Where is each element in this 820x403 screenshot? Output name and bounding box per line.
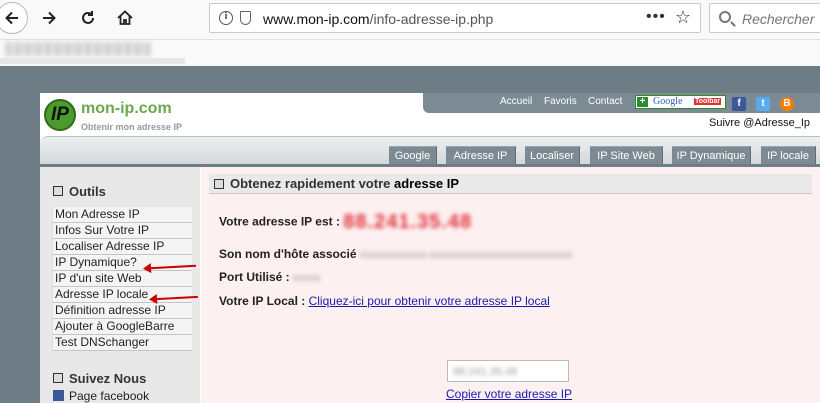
ip-label: Votre adresse IP est : (219, 214, 340, 229)
copy-ip-field[interactable]: 88.241.35.48 (447, 360, 569, 382)
link-favoris[interactable]: Favoris (544, 96, 577, 107)
sidebar-item-definition[interactable]: Définition adresse IP (52, 303, 192, 319)
sidebar-item-localiser[interactable]: Localiser Adresse IP (52, 239, 192, 255)
heading-strong: adresse IP (394, 176, 460, 191)
search-icon (719, 11, 731, 23)
page-viewport: IP mon-ip.com Obtenir mon adresse IP Acc… (0, 66, 820, 403)
info-icon[interactable]: i (219, 11, 233, 25)
copy-ip-value-redacted: 88.241.35.48 (453, 365, 518, 378)
facebook-page-label: Page facebook (69, 389, 150, 403)
local-ip-row: Votre IP Local : Cliquez-ici pour obteni… (219, 294, 550, 308)
plus-icon: + (637, 97, 648, 107)
facebook-page-link[interactable]: Page facebook (53, 389, 149, 403)
logo-tagline: Obtenir mon adresse IP (81, 122, 183, 132)
sidebar-item-ip-dynamique[interactable]: IP Dynamique? (52, 255, 192, 271)
bookmark-item-blurred[interactable] (5, 42, 151, 56)
port-row: Port Utilisé : xxxxx (219, 270, 321, 284)
outils-list: Mon Adresse IP Infos Sur Votre IP Locali… (52, 207, 192, 351)
tab-adresse-ip[interactable]: Adresse IP (446, 146, 516, 165)
bookmark-star-icon[interactable]: ☆ (675, 7, 691, 28)
tabs-bar: Google Adresse IP Localiser IP Site Web … (40, 136, 820, 167)
search-bar[interactable]: Rechercher (709, 3, 820, 33)
sidebar-item-ip-locale[interactable]: Adresse IP locale (52, 287, 192, 303)
forward-arrow-icon (43, 11, 56, 25)
box-icon (53, 373, 63, 383)
search-placeholder: Rechercher (742, 11, 815, 27)
tab-localiser[interactable]: Localiser (525, 146, 580, 165)
url-bar[interactable]: i www.mon-ip.com/info-adresse-ip.php •••… (209, 3, 701, 33)
url-path: /info-adresse-ip.php (369, 11, 494, 27)
local-ip-link[interactable]: Cliquez-ici pour obtenir votre adresse I… (309, 294, 550, 308)
suivez-title: Suivez Nous (69, 371, 147, 386)
port-value-redacted: xxxxx (293, 271, 321, 284)
back-arrow-icon (5, 11, 18, 25)
reload-icon (82, 11, 94, 24)
main-content: Obtenez rapidement votre adresse IP Votr… (201, 167, 820, 403)
sidebar-item-googlebarre[interactable]: Ajouter à GoogleBarre (52, 319, 192, 335)
toolbar-label: Toolbar (694, 98, 722, 105)
back-button[interactable] (0, 2, 28, 34)
suivre-twitter-link[interactable]: Suivre @Adresse_Ip (709, 117, 810, 129)
sidebar: Outils Mon Adresse IP Infos Sur Votre IP… (40, 167, 200, 403)
tab-ip-dynamique[interactable]: IP Dynamique (672, 146, 751, 165)
site-container: IP mon-ip.com Obtenir mon adresse IP Acc… (40, 93, 820, 403)
home-icon (117, 10, 133, 25)
ip-row: Votre adresse IP est : 88.241.35.48 (219, 211, 472, 234)
tab-ip-locale[interactable]: IP locale (761, 146, 816, 165)
link-contact[interactable]: Contact (588, 96, 622, 107)
outils-heading: Outils (53, 184, 106, 199)
link-accueil[interactable]: Accueil (500, 96, 532, 107)
page-actions-icon[interactable]: ••• (646, 8, 666, 26)
ip-value-redacted: 88.241.35.48 (343, 211, 473, 233)
host-value-redacted: xxxxxxxxxxxx-xxxxxxxxxxxxxxxxxxxxxxxxxx (359, 248, 573, 261)
tab-google[interactable]: Google (389, 146, 437, 165)
sidebar-item-dnschanger[interactable]: Test DNSchanger (52, 335, 192, 351)
tab-ip-site-web[interactable]: IP Site Web (590, 146, 663, 165)
bookmarks-divider (0, 58, 185, 64)
sidebar-item-infos-ip[interactable]: Infos Sur Votre IP (52, 223, 192, 239)
main-heading: Obtenez rapidement votre adresse IP (209, 174, 812, 194)
logo-icon[interactable]: IP (44, 99, 76, 131)
twitter-icon[interactable]: t (756, 97, 770, 111)
outils-title: Outils (69, 184, 106, 199)
copy-ip-link[interactable]: Copier votre adresse IP (446, 387, 572, 401)
facebook-icon[interactable]: f (732, 97, 746, 111)
sidebar-item-ip-site-web[interactable]: IP d'un site Web (52, 271, 192, 287)
google-toolbar-badge[interactable]: + Google Toolbar (635, 95, 726, 109)
facebook-icon (53, 390, 64, 401)
home-button[interactable] (110, 3, 140, 33)
host-row: Son nom d'hôte associé xxxxxxxxxxxx-xxxx… (219, 247, 573, 261)
reload-button[interactable] (73, 3, 103, 33)
url-text[interactable]: www.mon-ip.com/info-adresse-ip.php (263, 11, 493, 27)
box-icon (214, 179, 224, 189)
bookmarks-bar (0, 40, 820, 66)
host-label: Son nom d'hôte associé (219, 247, 357, 261)
local-label: Votre IP Local : (219, 294, 306, 308)
top-links-bar: Accueil Favoris Contact + Google Toolbar… (423, 93, 820, 113)
sidebar-item-mon-adresse-ip[interactable]: Mon Adresse IP (52, 207, 192, 223)
forward-button[interactable] (34, 3, 64, 33)
blogger-icon[interactable]: B (780, 97, 794, 111)
box-icon (53, 186, 63, 196)
lock-icon (240, 11, 251, 25)
suivez-heading: Suivez Nous (53, 371, 146, 386)
logo-name[interactable]: mon-ip.com (81, 100, 172, 118)
heading-prefix: Obtenez rapidement votre (230, 176, 391, 191)
url-host: www.mon-ip.com (263, 11, 370, 27)
browser-toolbar: i www.mon-ip.com/info-adresse-ip.php •••… (0, 0, 820, 40)
google-label: Google (653, 96, 683, 107)
port-label: Port Utilisé : (219, 270, 290, 284)
